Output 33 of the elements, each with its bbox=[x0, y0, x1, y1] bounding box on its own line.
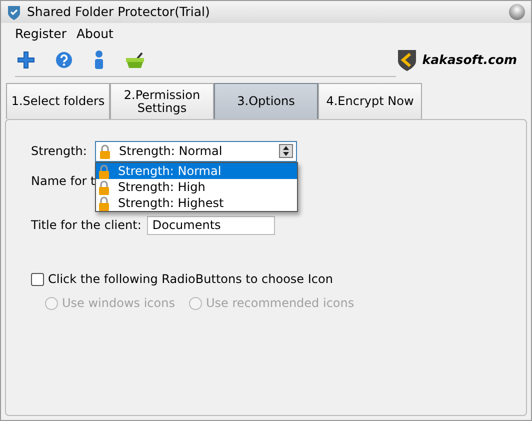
window-title: Shared Folder Protector(Trial) bbox=[27, 2, 210, 21]
dropdown-option[interactable]: Strength: Normal bbox=[96, 163, 297, 179]
shield-icon bbox=[7, 4, 21, 20]
lock-icon bbox=[99, 144, 111, 158]
lock-icon bbox=[98, 164, 110, 178]
field-label: Strength: bbox=[31, 143, 88, 160]
dropdown-value: Strength: Normal bbox=[119, 143, 222, 160]
lock-icon bbox=[98, 196, 110, 210]
basket-icon[interactable] bbox=[125, 50, 145, 68]
spinner-icon[interactable] bbox=[282, 146, 290, 156]
close-button[interactable] bbox=[509, 4, 525, 20]
menu-item[interactable]: About bbox=[76, 25, 114, 41]
field-label: Name for t bbox=[31, 173, 96, 190]
tab[interactable]: 1.Select folders bbox=[6, 83, 110, 119]
text-field[interactable]: Documents bbox=[147, 216, 276, 234]
logo-icon bbox=[396, 48, 418, 72]
lock-icon bbox=[98, 180, 110, 194]
checkbox[interactable] bbox=[31, 272, 44, 286]
field-label: Title for the client: bbox=[31, 217, 142, 234]
checkbox-label: Click the following RadioButtons to choose Icon bbox=[48, 271, 333, 288]
add-icon[interactable] bbox=[17, 50, 35, 68]
person-icon[interactable] bbox=[93, 50, 105, 70]
logo-text: kakasoft.com bbox=[422, 50, 517, 69]
radio-label: Use recommended icons bbox=[206, 295, 354, 312]
tab[interactable]: 3.Options bbox=[214, 83, 318, 119]
dropdown-option[interactable]: Strength: Highest bbox=[96, 195, 297, 211]
help-icon[interactable] bbox=[55, 50, 73, 68]
radio-label: Use windows icons bbox=[62, 295, 175, 312]
menu-item[interactable]: Register bbox=[15, 25, 66, 41]
strength-dropdown[interactable]: Strength: Normal bbox=[95, 140, 297, 162]
tab[interactable]: 4.Encrypt Now bbox=[318, 83, 422, 119]
dropdown-option[interactable]: Strength: High bbox=[96, 179, 297, 195]
tab[interactable]: 2.Permission Settings bbox=[110, 83, 214, 119]
